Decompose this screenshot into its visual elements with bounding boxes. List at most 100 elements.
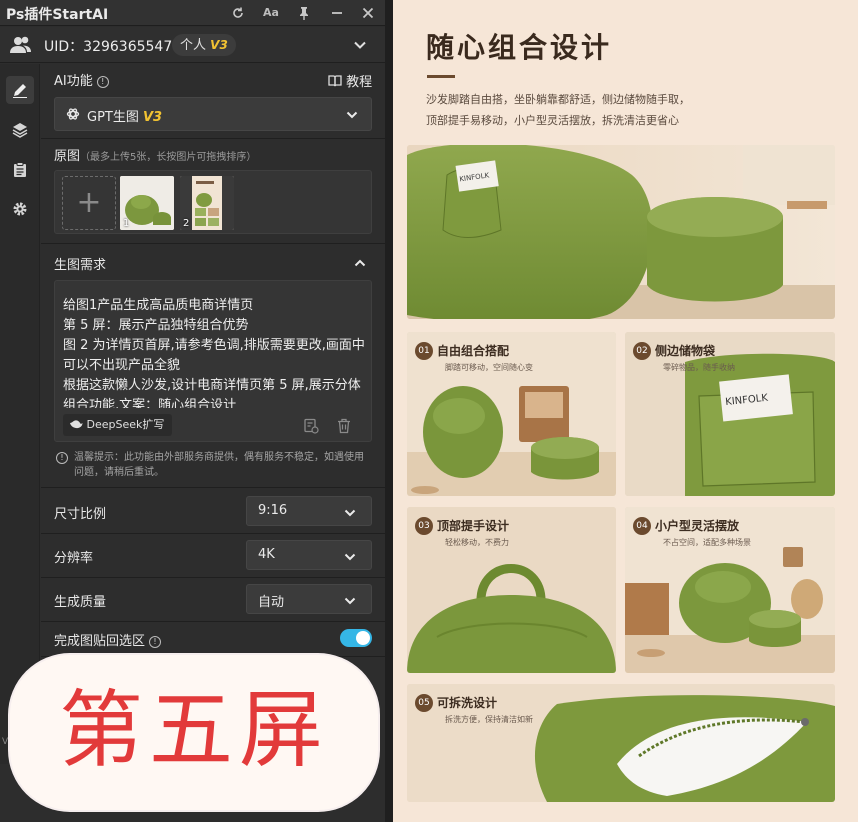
info-icon: ! [56,452,68,464]
info-icon[interactable]: ! [96,75,109,88]
card-number: 04 [633,516,651,535]
deepseek-label: DeepSeek扩写 [86,418,165,431]
feature-card-05: 05 可拆洗设计 拆洗方便，保持清洁如新 [407,684,835,802]
thumb-number: 2 [183,218,190,229]
chevron-down-icon [344,553,356,561]
card-number: 01 [415,341,433,360]
divider [41,577,385,578]
stamp-text: 第五屏 [58,681,329,779]
card-desc: 零碎物品，随手收纳 [663,363,735,372]
info-icon[interactable]: ! [149,635,162,648]
clipboard-icon [14,162,26,177]
hero-photo: KINFOLK [407,145,835,319]
sidebar-item-layers[interactable] [6,116,34,144]
feature-card-04: 04 小户型灵活摆放 不占空间，适配多种场景 [625,507,835,673]
detail-page-canvas: 随心组合设计 沙发脚踏自由搭，坐卧躺靠都舒适，侧边储物随手取， 顶部提手易移动，… [393,0,858,822]
card-title: 自由组合搭配 [437,344,510,358]
trash-icon[interactable] [337,418,351,434]
service-notice: ! 温馨提示：此功能由外部服务商提供，偶有服务不稳定，如遇使用问题，请稍后重试。 [54,450,372,480]
sidebar-item-ai[interactable] [6,76,34,104]
card-head: 05 可拆洗设计 [415,692,497,712]
users-icon [10,35,32,55]
card-title: 侧边储物袋 [655,344,716,358]
screen-number-stamp: 第五屏 [10,655,378,810]
window-title: Ps插件StartAI [6,7,109,23]
divider [41,138,385,139]
notice-text: 温馨提示：此功能由外部服务商提供，偶有服务不稳定，如遇使用问题，请稍后重试。 [74,452,364,478]
source-images-text: 原图 [54,149,81,164]
quality-value: 自动 [258,595,285,610]
add-image-button[interactable]: + [62,176,116,230]
card-number: 03 [415,516,433,535]
whale-icon [70,420,83,429]
uid-text: UID：3296365547 [44,39,173,55]
aspect-ratio-label: 尺寸比例 [54,507,107,522]
card-desc: 拆洗方便，保持清洁如新 [445,715,533,724]
plan-name: 个人 [180,38,207,53]
chevron-up-icon[interactable] [353,256,367,270]
model-select[interactable]: GPT生图 V3 [54,97,372,131]
upload-area[interactable]: + 1 2 [54,170,372,234]
card-head: 01 自由组合搭配 [415,340,509,360]
prompt-textarea[interactable]: 给图1产品生成高品质电商详情页 第 5 屏：展示产品独特组合优势 图 2 为详情… [54,280,372,442]
subtitle-line: 沙发脚踏自由搭，坐卧躺靠都舒适，侧边储物随手取， [426,93,690,106]
aspect-ratio-select[interactable]: 9:16 [246,496,372,526]
resolution-select[interactable]: 4K [246,540,372,570]
model-version: V3 [143,110,163,125]
quality-select[interactable]: 自动 [246,584,372,614]
card-number: 02 [633,341,651,360]
chevron-down-icon[interactable] [352,37,368,53]
font-size-icon[interactable]: Aa [262,4,280,22]
model-name-text: GPT生图 [87,110,139,125]
card-number: 05 [415,693,433,712]
plan-badge: 个人 V3 [172,34,236,56]
quality-label: 生成质量 [54,595,107,610]
card-title: 可拆洗设计 [437,696,498,710]
prompt-text[interactable]: 给图1产品生成高品质电商详情页 第 5 屏：展示产品独特组合优势 图 2 为详情… [63,296,369,408]
source-images-label: 原图（最多上传5张，长按图片可拖拽排序） [54,145,256,164]
feature-card-02: KINFOLK 02 侧边储物袋 零碎物品，随手收纳 [625,332,835,496]
paste-back-toggle[interactable] [340,629,372,647]
chevron-down-icon [344,509,356,517]
deepseek-expand-button[interactable]: DeepSeek扩写 [63,414,173,436]
card-desc: 不占空间，适配多种场景 [663,538,751,547]
thumb-number: 1 [123,218,130,229]
card-desc: 轻松移动，不费力 [445,538,509,547]
divider [41,487,385,488]
book-icon [328,75,342,87]
feature-card-01: 01 自由组合搭配 脚踏可移动，空间随心变 [407,332,616,496]
minimize-icon[interactable] [328,4,346,22]
sidebar-item-settings[interactable] [6,195,34,223]
pen-icon [13,84,27,98]
title-bar: Ps插件StartAI Aa [0,0,385,26]
divider [41,243,385,244]
layers-icon [12,123,28,138]
ai-function-label: AI功能! [54,70,109,89]
tutorial-text: 教程 [346,75,373,90]
pin-icon[interactable] [295,4,313,22]
source-images-hint: （最多上传5张，长按图片可拖拽排序） [80,152,257,163]
history-icon[interactable] [303,418,319,434]
card-head: 04 小户型灵活摆放 [633,515,739,535]
detail-title: 随心组合设计 [426,31,613,64]
source-thumb-2[interactable]: 2 [180,176,234,230]
title-underline [427,75,455,78]
aspect-ratio-value: 9:16 [258,503,288,518]
ai-function-text: AI功能 [54,74,93,89]
user-bar[interactable]: UID：3296365547 个人 V3 [0,27,385,63]
source-thumb-1[interactable]: 1 [120,176,174,230]
close-icon[interactable] [359,4,377,22]
requirement-label: 生图需求 [54,258,107,273]
openai-icon [66,108,80,120]
detail-subtitle: 沙发脚踏自由搭，坐卧躺靠都舒适，侧边储物随手取， 顶部提手易移动，小户型灵活摆放… [426,89,826,131]
card-desc: 脚踏可移动，空间随心变 [445,363,533,372]
refresh-icon[interactable] [229,4,247,22]
chevron-down-icon [346,111,358,119]
canvas-gap [385,0,393,822]
sidebar [0,64,40,764]
tutorial-link[interactable]: 教程 [328,71,372,90]
paste-back-text: 完成图贴回选区 [54,634,146,649]
sidebar-item-records[interactable] [6,156,34,184]
divider [41,533,385,534]
chevron-down-icon [344,597,356,605]
